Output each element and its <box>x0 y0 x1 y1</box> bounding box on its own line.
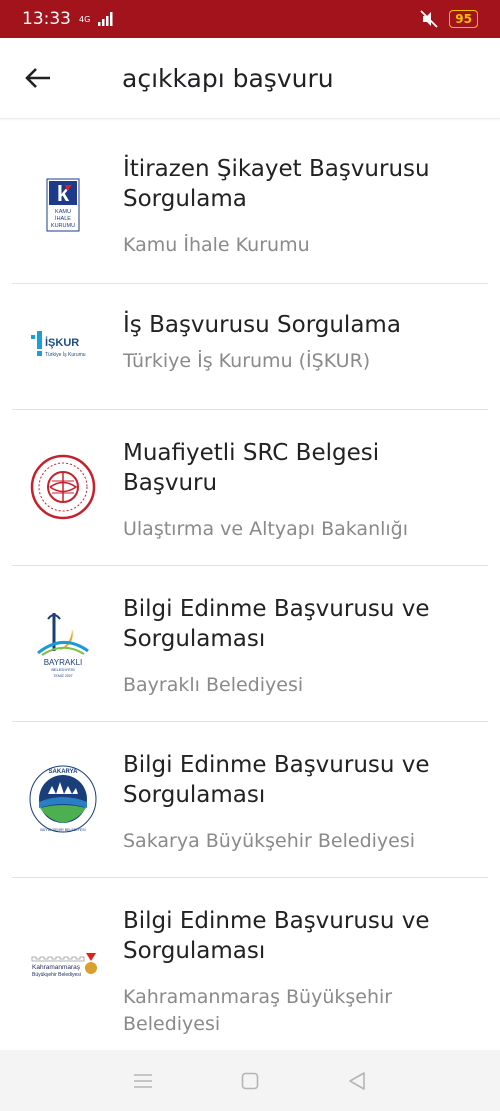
list-item[interactable]: k KAMU İHALE KURUMU İtirazen Şikayet Baş… <box>0 118 500 284</box>
svg-text:Kahramanmaraş: Kahramanmaraş <box>32 964 81 971</box>
recent-apps-button[interactable] <box>123 1061 163 1101</box>
list-item-text: İtirazen Şikayet Başvurusu Sorgulama Kam… <box>123 154 470 259</box>
kamu-ihale-kurumu-logo: k KAMU İHALE KURUMU <box>28 170 98 240</box>
battery-indicator: 95 <box>449 10 478 28</box>
list-item[interactable]: Muafiyetli SRC Belgesi Başvuru Ulaştırma… <box>0 410 500 566</box>
list-item-title: Bilgi Edinme Başvurusu ve Sorgulaması <box>123 752 430 808</box>
list-item-title: Bilgi Edinme Başvurusu ve Sorgulaması <box>123 596 430 652</box>
list-item[interactable]: Kahramanmaraş Büyükşehir Belediyesi Bilg… <box>0 878 500 1050</box>
svg-text:BELEDİYESİ: BELEDİYESİ <box>51 667 74 672</box>
list-item-title: Muafiyetli SRC Belgesi Başvuru <box>123 440 380 496</box>
svg-text:Türkiye İş Kurumu: Türkiye İş Kurumu <box>45 351 86 358</box>
sakarya-belediyesi-logo: SAKARYA BÜYÜKŞEHİR BELEDİYESİ <box>28 764 98 834</box>
menu-icon <box>134 1073 153 1088</box>
svg-text:İŞKUR: İŞKUR <box>45 336 79 349</box>
bayrakli-belediyesi-logo: BAYRAKLI BELEDİYESİ TEMİZ 2007 <box>28 608 98 678</box>
svg-text:Büyükşehir Belediyesi: Büyükşehir Belediyesi <box>32 972 81 978</box>
status-bar: 13:33 4G 95 <box>0 0 500 38</box>
list-item-subtitle: Ulaştırma ve Altyapı Bakanlığı <box>123 518 409 540</box>
list-item-title: İş Başvurusu Sorgulama <box>123 312 401 338</box>
list-item-subtitle: Kamu İhale Kurumu <box>123 234 310 256</box>
status-left: 13:33 4G <box>22 9 114 29</box>
app-bar: açıkkapı başvuru <box>0 38 500 119</box>
iskur-logo: İŞKUR Türkiye İş Kurumu <box>28 312 98 382</box>
svg-text:KAMU: KAMU <box>55 209 71 215</box>
list-item[interactable]: SAKARYA BÜYÜKŞEHİR BELEDİYESİ Bilgi Edin… <box>0 722 500 878</box>
svg-text:KURUMU: KURUMU <box>51 223 75 229</box>
mute-vibrate-icon <box>420 10 438 28</box>
svg-text:TEMİZ 2007: TEMİZ 2007 <box>53 673 72 678</box>
list-item-subtitle: Türkiye İş Kurumu (İŞKUR) <box>123 350 371 372</box>
system-back-button[interactable] <box>337 1061 377 1101</box>
svg-text:k: k <box>57 181 70 206</box>
list-item-subtitle: Sakarya Büyükşehir Belediyesi <box>123 830 416 852</box>
list-item-subtitle: Kahramanmaraş Büyükşehir Belediyesi <box>123 986 393 1035</box>
svg-text:SAKARYA: SAKARYA <box>49 769 79 775</box>
list-item[interactable]: BAYRAKLI BELEDİYESİ TEMİZ 2007 Bilgi Edi… <box>0 566 500 722</box>
back-triangle-icon <box>348 1071 365 1090</box>
status-time: 13:33 <box>22 9 71 29</box>
status-right: 95 <box>419 10 478 28</box>
list-item-text: Bilgi Edinme Başvurusu ve Sorgulaması Sa… <box>123 750 470 855</box>
list-item-text: İş Başvurusu Sorgulama Türkiye İş Kurumu… <box>123 310 470 375</box>
home-button[interactable] <box>230 1061 270 1101</box>
network-type-label: 4G <box>79 14 91 24</box>
svg-text:BÜYÜKŞEHİR BELEDİYESİ: BÜYÜKŞEHİR BELEDİYESİ <box>40 827 85 832</box>
list-item[interactable]: İŞKUR Türkiye İş Kurumu İş Başvurusu Sor… <box>0 284 500 410</box>
svg-text:İHALE: İHALE <box>55 215 71 222</box>
list-item-title: İtirazen Şikayet Başvurusu Sorgulama <box>123 156 430 212</box>
home-square-icon <box>241 1072 259 1089</box>
list-item-subtitle: Bayraklı Belediyesi <box>123 674 304 696</box>
ulastirma-bakanligi-logo <box>28 452 98 522</box>
list-item-text: Bilgi Edinme Başvurusu ve Sorgulaması Ka… <box>123 906 470 1038</box>
list-item-text: Bilgi Edinme Başvurusu ve Sorgulaması Ba… <box>123 594 470 699</box>
list-item-title: Bilgi Edinme Başvurusu ve Sorgulaması <box>123 908 430 964</box>
back-button[interactable] <box>14 54 62 102</box>
svg-text:BAYRAKLI: BAYRAKLI <box>44 658 83 667</box>
kahramanmaras-belediyesi-logo: Kahramanmaraş Büyükşehir Belediyesi <box>28 934 98 1004</box>
list-item-text: Muafiyetli SRC Belgesi Başvuru Ulaştırma… <box>123 438 470 543</box>
page-title: açıkkapı başvuru <box>122 63 334 93</box>
arrow-back-icon <box>25 68 50 88</box>
signal-icon <box>98 12 113 26</box>
system-navigation-bar <box>0 1050 500 1111</box>
